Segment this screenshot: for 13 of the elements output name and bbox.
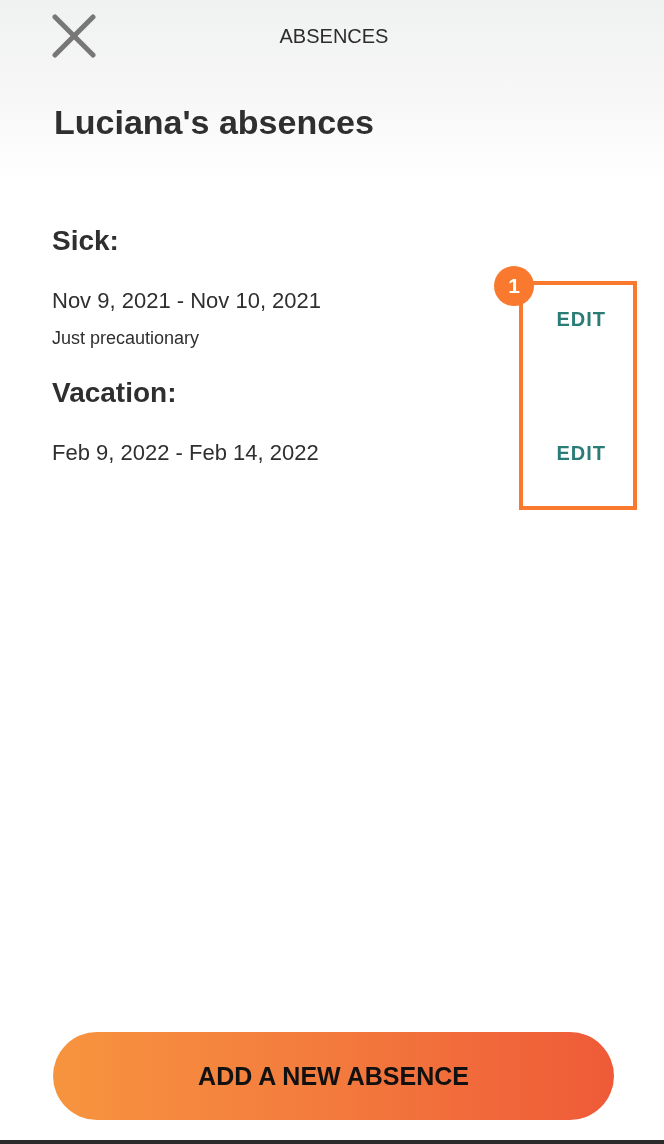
absence-dates: Feb 9, 2022 - Feb 14, 2022 bbox=[52, 440, 319, 466]
page-heading: Luciana's absences bbox=[54, 102, 375, 142]
screen-title: ABSENCES bbox=[279, 24, 389, 48]
edit-link[interactable]: EDIT bbox=[556, 306, 606, 332]
callout-number: 1 bbox=[494, 266, 534, 306]
absence-category: Sick: bbox=[52, 224, 120, 258]
add-absence-button[interactable]: ADD A NEW ABSENCE bbox=[53, 1032, 614, 1120]
close-icon bbox=[52, 14, 96, 58]
absence-category: Vacation: bbox=[52, 376, 178, 410]
absence-note: Just precautionary bbox=[52, 327, 201, 350]
edit-link[interactable]: EDIT bbox=[556, 440, 606, 466]
close-button[interactable] bbox=[52, 14, 96, 58]
absence-dates: Nov 9, 2021 - Nov 10, 2021 bbox=[52, 288, 322, 314]
